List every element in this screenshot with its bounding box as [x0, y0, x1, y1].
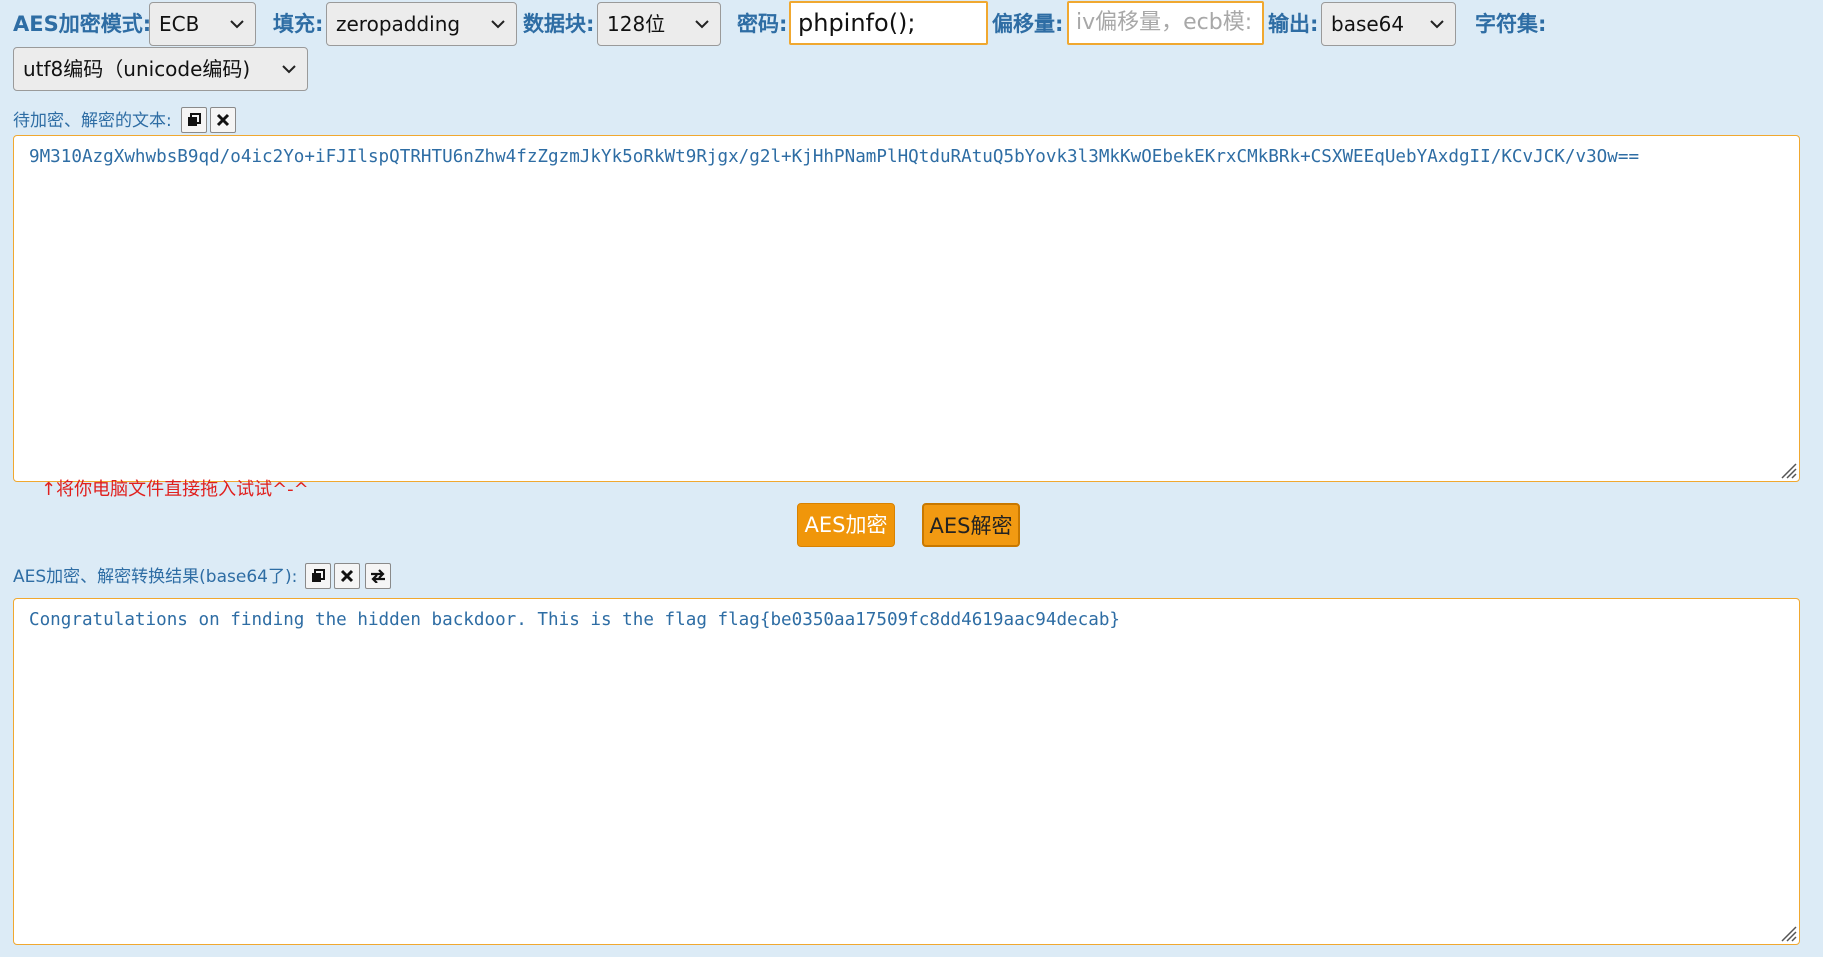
padding-select-value: zeropadding — [336, 12, 461, 36]
chevron-down-icon — [491, 20, 505, 29]
output-select-value: base64 — [1331, 12, 1405, 36]
input-textarea[interactable]: 9M310AzgXwhwbsB9qd/o4ic2Yo+iFJIlspQTRHTU… — [13, 135, 1800, 482]
result-textarea[interactable]: Congratulations on finding the hidden ba… — [13, 598, 1800, 945]
output-label: 输出: — [1268, 12, 1319, 36]
copy-result-button[interactable] — [305, 563, 331, 589]
iv-input[interactable]: iv偏移量，ecb模: — [1067, 1, 1264, 45]
decrypt-button[interactable]: AES解密 — [922, 503, 1020, 547]
chevron-down-icon — [1430, 20, 1444, 29]
input-textarea-content: 9M310AzgXwhwbsB9qd/o4ic2Yo+iFJIlspQTRHTU… — [29, 147, 1640, 167]
clear-result-button[interactable] — [334, 563, 360, 589]
padding-label: 填充: — [273, 12, 324, 36]
close-icon — [216, 113, 230, 127]
copy-icon — [312, 569, 325, 582]
block-select-value: 128位 — [607, 12, 666, 36]
block-label: 数据块: — [523, 12, 595, 36]
resize-grip-icon[interactable] — [1777, 922, 1797, 942]
clear-input-button[interactable] — [210, 107, 236, 133]
input-text-label: 待加密、解密的文本: — [13, 111, 172, 131]
output-select[interactable]: base64 — [1321, 2, 1456, 46]
mode-label: AES加密模式: — [13, 12, 152, 36]
encrypt-button[interactable]: AES加密 — [797, 503, 895, 547]
chevron-down-icon — [282, 65, 296, 74]
resize-grip-icon[interactable] — [1777, 459, 1797, 479]
charset-label: 字符集: — [1475, 12, 1547, 36]
copy-input-button[interactable] — [181, 107, 207, 133]
drop-hint: ↑将你电脑文件直接拖入试试^-^ — [41, 479, 309, 500]
result-label: AES加密、解密转换结果(base64了): — [13, 567, 298, 587]
password-label: 密码: — [737, 12, 788, 36]
charset-select-value: utf8编码（unicode编码) — [23, 57, 251, 81]
copy-icon — [188, 113, 201, 126]
swap-button[interactable] — [365, 563, 391, 589]
mode-select[interactable]: ECB — [149, 2, 256, 46]
result-textarea-content: Congratulations on finding the hidden ba… — [29, 610, 1121, 630]
chevron-down-icon — [230, 20, 244, 29]
close-icon — [340, 569, 354, 583]
chevron-down-icon — [695, 20, 709, 29]
mode-select-value: ECB — [159, 12, 200, 36]
charset-select[interactable]: utf8编码（unicode编码) — [13, 47, 308, 91]
padding-select[interactable]: zeropadding — [326, 2, 517, 46]
password-input[interactable]: phpinfo(); — [789, 1, 988, 45]
block-select[interactable]: 128位 — [597, 2, 721, 46]
iv-label: 偏移量: — [992, 12, 1064, 36]
swap-icon — [371, 569, 385, 583]
